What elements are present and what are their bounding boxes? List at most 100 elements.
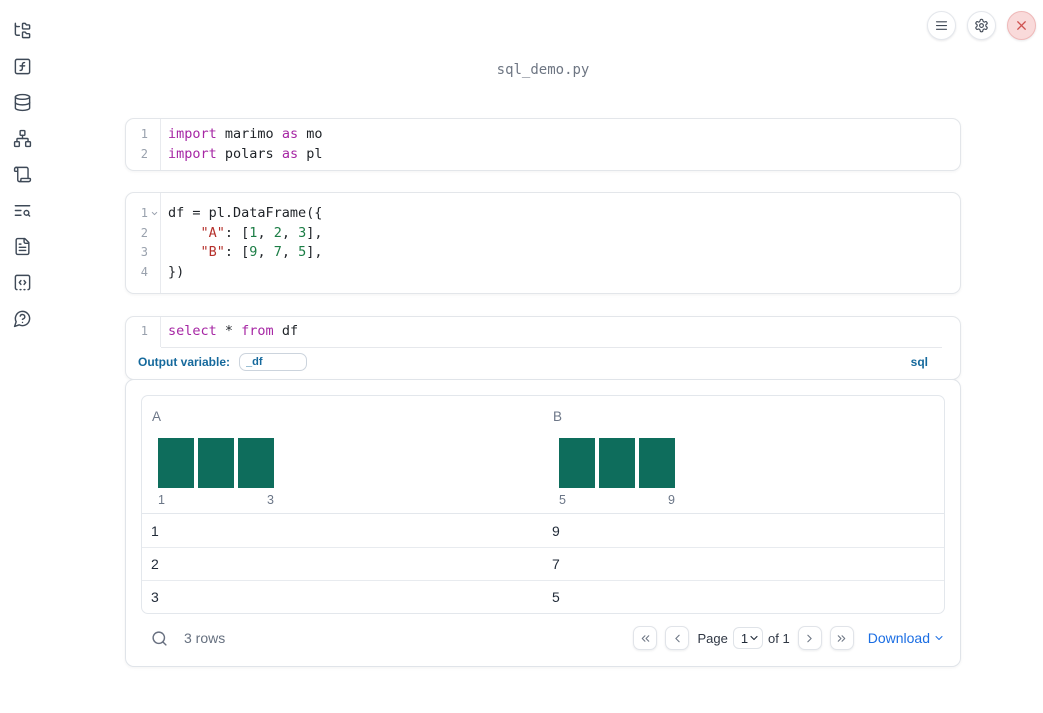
pagination: Page 1 of 1 Download bbox=[633, 626, 945, 650]
sql-output-panel: A13B59 192735 3 rows Page 1 of 1 Downloa… bbox=[125, 379, 961, 667]
sidebar-item-data-sources[interactable] bbox=[4, 84, 40, 120]
histogram-max-label: 3 bbox=[267, 493, 274, 507]
data-table: A13B59 192735 bbox=[141, 395, 945, 614]
first-page-button[interactable] bbox=[633, 626, 658, 650]
sidebar-item-file-explorer[interactable] bbox=[4, 12, 40, 48]
notebook-menu-button[interactable] bbox=[927, 11, 956, 40]
token-kw: import bbox=[168, 145, 217, 162]
network-icon bbox=[13, 129, 32, 148]
line-number: 1 bbox=[140, 324, 148, 338]
token-kw: as bbox=[281, 126, 299, 142]
token-kw: from bbox=[241, 323, 274, 339]
sidebar-item-logs[interactable] bbox=[4, 192, 40, 228]
line-number-gutter: 12 3 4 bbox=[126, 193, 161, 293]
folder-tree-icon bbox=[13, 21, 32, 40]
chevron-down-icon bbox=[933, 632, 945, 644]
table-cell: 2 bbox=[151, 556, 159, 572]
page-select[interactable]: 1 bbox=[732, 627, 764, 649]
sidebar-item-snippets[interactable] bbox=[4, 156, 40, 192]
token: , bbox=[281, 224, 299, 241]
column-header-A: A 1 3 bbox=[142, 409, 543, 507]
notebook-filename: sql_demo.py bbox=[496, 62, 590, 78]
column-histogram bbox=[158, 438, 274, 488]
line-number: 2 bbox=[140, 225, 148, 240]
token-str: "A" bbox=[200, 224, 225, 241]
sidebar-item-documentation[interactable] bbox=[4, 228, 40, 264]
search-button[interactable] bbox=[151, 630, 168, 647]
token-kw: select bbox=[168, 323, 217, 339]
table-cell: 5 bbox=[552, 589, 560, 605]
output-variable-label: Output variable: bbox=[138, 355, 231, 369]
table-row: 35 bbox=[142, 580, 944, 613]
code-line: import polars as pl bbox=[168, 145, 960, 165]
page-indicator: Page 1 of 1 bbox=[697, 627, 790, 649]
token: mo bbox=[298, 126, 323, 142]
line-number: 3 bbox=[140, 245, 148, 259]
token: }) bbox=[168, 263, 185, 280]
settings-button[interactable] bbox=[967, 11, 996, 40]
output-variable-input[interactable] bbox=[239, 353, 308, 371]
shutdown-button[interactable] bbox=[1007, 11, 1036, 40]
cell-editor[interactable]: 1 2 import marimo as mo import polars as pl bbox=[126, 119, 960, 170]
close-icon bbox=[1014, 18, 1029, 33]
last-page-button[interactable] bbox=[829, 626, 854, 650]
code-area: import marimo as mo import polars as pl bbox=[161, 119, 960, 170]
text-search-icon bbox=[13, 201, 32, 220]
fold-chevron-down-icon[interactable] bbox=[150, 209, 159, 218]
next-page-button[interactable] bbox=[797, 626, 822, 650]
page-label: Page bbox=[697, 630, 728, 646]
code-line: import marimo as mo bbox=[168, 125, 960, 145]
cell-1-python: 1 2 import marimo as mo import polars as pl bbox=[125, 118, 961, 171]
token: * bbox=[216, 323, 242, 339]
line-number: 4 bbox=[140, 264, 148, 279]
download-label: Download bbox=[867, 630, 930, 646]
token: : [ bbox=[224, 224, 250, 241]
histogram-max-label: 9 bbox=[668, 493, 675, 507]
chevrons-right-icon bbox=[835, 632, 848, 645]
file-text-icon bbox=[13, 237, 32, 256]
chevrons-left-icon bbox=[639, 632, 652, 645]
cell-2-python: 1 2 3 4 df = pl.DataFrame({ "A": [1, 2, 3], … bbox=[125, 192, 961, 294]
column-name[interactable]: B bbox=[543, 409, 944, 424]
sql-cell-footer: Output variable: sql bbox=[126, 348, 960, 379]
token-kw: as bbox=[281, 145, 299, 162]
token: df = pl.DataFrame({ bbox=[168, 205, 323, 221]
sidebar-item-variables[interactable] bbox=[4, 48, 40, 84]
scroll-icon bbox=[13, 165, 32, 184]
line-number: 1 bbox=[140, 127, 148, 141]
code-box-icon bbox=[13, 273, 32, 292]
token: ], bbox=[306, 244, 323, 260]
chevron-left-icon bbox=[671, 632, 684, 645]
sidebar bbox=[0, 0, 44, 713]
token-num: 2 bbox=[273, 224, 282, 241]
token: polars bbox=[216, 145, 282, 162]
window-controls bbox=[927, 11, 1036, 40]
line-number: 2 bbox=[140, 146, 148, 161]
prev-page-button[interactable] bbox=[665, 626, 690, 650]
token: , bbox=[257, 244, 274, 260]
download-button[interactable]: Download bbox=[868, 630, 945, 646]
histogram-bar bbox=[238, 438, 274, 488]
sidebar-item-scratchpad[interactable] bbox=[4, 264, 40, 300]
token: ], bbox=[306, 224, 323, 241]
sidebar-item-help[interactable] bbox=[4, 300, 40, 336]
column-name[interactable]: A bbox=[142, 409, 543, 424]
table-cell: 1 bbox=[151, 522, 159, 539]
histogram-min-label: 1 bbox=[158, 493, 165, 507]
cell-3-sql: 1 select * from df Output variable: sql bbox=[125, 316, 961, 380]
histogram-min-label: 5 bbox=[559, 493, 566, 507]
line-number-gutter: 12 bbox=[126, 119, 161, 170]
language-badge: sql bbox=[910, 355, 928, 369]
page-select-value: 1 bbox=[740, 630, 749, 646]
code-line: }) bbox=[168, 263, 960, 283]
sidebar-item-dependencies[interactable] bbox=[4, 120, 40, 156]
column-header-B: B 5 9 bbox=[543, 409, 944, 507]
line-number-gutter: 1 bbox=[126, 317, 161, 347]
table-cell: 7 bbox=[552, 556, 560, 572]
page-total-label: of 1 bbox=[768, 630, 790, 646]
token: marimo bbox=[216, 126, 282, 142]
cell-editor[interactable]: 1 select * from df bbox=[126, 317, 960, 347]
cell-editor[interactable]: 1 2 3 4 df = pl.DataFrame({ "A": [1, 2, 3], … bbox=[126, 193, 960, 293]
token-str: "B" bbox=[200, 244, 225, 260]
